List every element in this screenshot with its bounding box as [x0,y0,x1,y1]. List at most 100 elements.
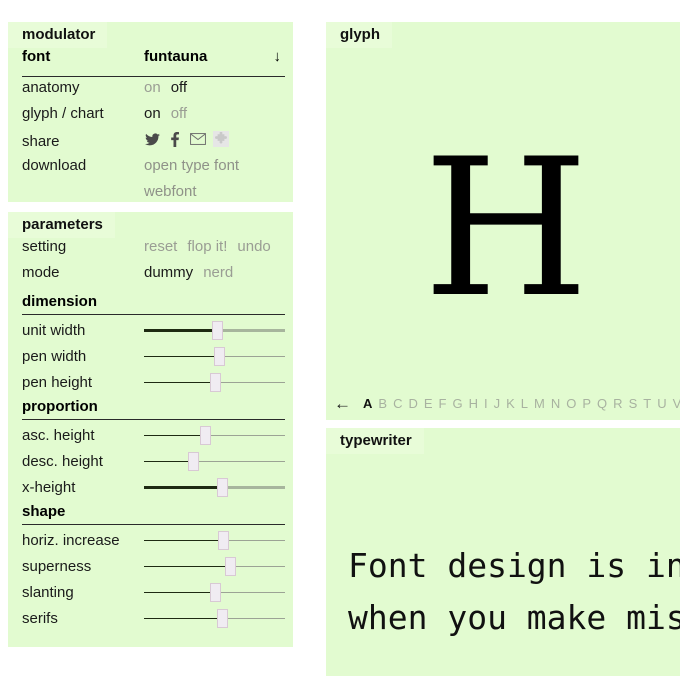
alphabet-letter-l[interactable]: L [518,396,531,411]
slider-track-x-height[interactable] [144,474,285,500]
alphabet-letter-p[interactable]: P [579,396,594,411]
tab-modulator[interactable]: modulator [8,22,108,48]
anatomy-option-on[interactable]: on [144,79,161,96]
typewriter-line: Font design is in fact [348,546,680,585]
slider-remainder [226,618,285,619]
mode-option-nerd[interactable]: nerd [203,264,233,281]
slider-track-asc-height[interactable] [144,422,285,448]
slider-handle[interactable] [188,452,200,471]
back-arrow-icon[interactable]: ← [334,395,351,412]
puzzle-icon[interactable] [213,131,229,147]
typewriter-body-wrap: Font design is in fact when you make mis… [326,454,680,676]
slider-label-slanting: slanting [22,583,74,601]
alphabet-letter-g[interactable]: G [449,396,465,411]
alphabet-letter-t[interactable]: T [640,396,654,411]
alphabet-letter-n[interactable]: N [548,396,563,411]
slider-desc-height[interactable]: desc. height [22,448,285,474]
slider-slanting[interactable]: slanting [22,579,285,605]
slider-horiz-increase[interactable]: horiz. increase [22,527,285,553]
slider-track-serifs[interactable] [144,605,285,631]
slider-handle[interactable] [216,478,228,497]
glyph-chart-option-on[interactable]: on [144,105,161,122]
slider-track-pen-width[interactable] [144,343,285,369]
setting-option-flop-it[interactable]: flop it! [187,238,227,255]
download-link-webfont[interactable]: webfont [144,183,197,200]
alphabet-letter-f[interactable]: F [436,396,450,411]
font-name-value[interactable]: funtauna ↓ [144,48,285,65]
slider-serifs[interactable]: serifs [22,605,285,631]
slider-pen-height[interactable]: pen height [22,369,285,395]
tab-parameters[interactable]: parameters [8,212,115,238]
alphabet-letter-i[interactable]: I [481,396,491,411]
alphabet-letter-s[interactable]: S [626,396,641,411]
slider-label-serifs: serifs [22,609,58,627]
slider-handle[interactable] [213,347,225,366]
slider-handle[interactable] [216,609,228,628]
dimension-divider [22,314,285,315]
slider-track-superness[interactable] [144,553,285,579]
typewriter-text-area[interactable]: Font design is in fact when you make mis… [326,480,680,676]
slider-remainder [209,435,285,436]
download-link-opentype[interactable]: open type font [144,157,239,174]
slider-track-pen-height[interactable] [144,369,285,395]
slider-track-horiz-increase[interactable] [144,527,285,553]
slider-remainder [219,382,285,383]
slider-remainder [226,486,285,489]
alphabet-letter-h[interactable]: H [466,396,481,411]
slider-label-pen-width: pen width [22,347,87,365]
tab-glyph[interactable]: glyph [326,22,392,48]
alphabet-letter-e[interactable]: E [421,396,436,411]
glyph-chart-option-off[interactable]: off [171,105,187,122]
alphabet-letter-b[interactable]: B [375,396,390,411]
alphabet-letter-c[interactable]: C [390,396,405,411]
slider-track-slanting[interactable] [144,579,285,605]
slider-x-height[interactable]: x-height [22,474,285,500]
font-name-text: funtauna [144,48,208,65]
slider-handle[interactable] [217,531,229,550]
alphabet-letter-r[interactable]: R [610,396,625,411]
alphabet-letter-v[interactable]: V [670,396,680,411]
setting-option-undo[interactable]: undo [237,238,270,255]
alphabet-letter-k[interactable]: K [503,396,518,411]
alphabet-letter-j[interactable]: J [491,396,504,411]
setting-label: setting [22,238,67,255]
slider-fill [144,566,225,567]
glyph-body: H ← ABCDEFGHIJKLMNOPQRSTUVWXYZ [326,48,680,420]
tab-typewriter[interactable]: typewriter [326,428,424,454]
slider-track-desc-height[interactable] [144,448,285,474]
alphabet-letter-q[interactable]: Q [594,396,610,411]
slider-track-unit-width[interactable] [144,317,285,343]
chevron-down-icon[interactable]: ↓ [274,48,286,65]
mode-option-dummy[interactable]: dummy [144,264,193,281]
alphabet-letter-m[interactable]: M [531,396,548,411]
typewriter-line: when you make mista [348,598,680,637]
anatomy-option-off[interactable]: off [171,79,187,96]
alphabet-letter-u[interactable]: U [654,396,669,411]
setting-option-reset[interactable]: reset [144,238,177,255]
slider-handle[interactable] [199,426,211,445]
facebook-icon[interactable] [167,131,183,147]
mode-label: mode [22,264,60,281]
alphabet-letter-d[interactable]: D [405,396,420,411]
slider-handle[interactable] [209,373,221,392]
slider-unit-width[interactable]: unit width [22,317,285,343]
proportion-divider [22,419,285,420]
alphabet-letter-a[interactable]: A [360,396,375,411]
slider-asc-height[interactable]: asc. height [22,422,285,448]
slider-label-x-height: x-height [22,478,76,496]
slider-pen-width[interactable]: pen width [22,343,285,369]
section-heading-shape: shape [22,503,66,520]
slider-handle[interactable] [225,557,236,576]
parameters-body: setting reset flop it! undo mode dummy n… [8,238,293,647]
slider-fill [144,486,217,489]
slider-superness[interactable]: superness [22,553,285,579]
parameters-rows: setting reset flop it! undo mode dummy n… [22,238,285,631]
alphabet-letter-o[interactable]: O [563,396,579,411]
email-icon[interactable] [190,131,206,147]
slider-fill [144,540,218,541]
modulator-divider [22,76,285,77]
twitter-icon[interactable] [144,131,160,147]
anatomy-label: anatomy [22,79,80,96]
slider-handle[interactable] [209,583,221,602]
slider-handle[interactable] [212,321,224,340]
